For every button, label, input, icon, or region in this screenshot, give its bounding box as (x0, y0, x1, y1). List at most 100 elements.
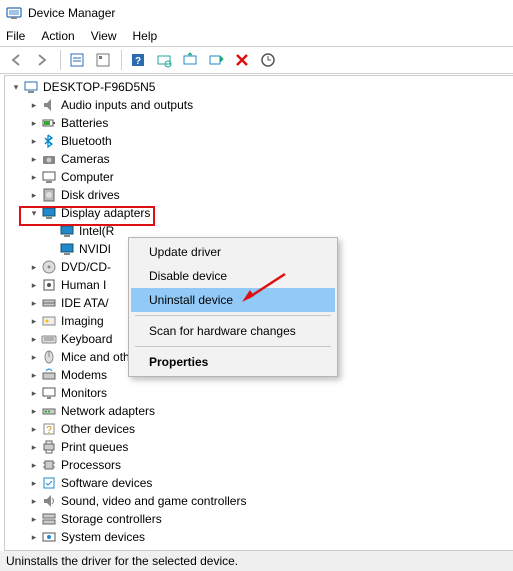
context-menu-item-4[interactable]: Scan for hardware changes (131, 319, 335, 343)
tree-item-label: Computer (61, 170, 114, 184)
tree-item-6[interactable]: ▾Display adapters (5, 204, 513, 222)
legacy-button[interactable] (256, 49, 280, 71)
tree-item-label: Disk drives (61, 188, 120, 202)
audio-icon (41, 97, 57, 113)
expand-arrow-icon[interactable]: ▸ (27, 404, 41, 418)
app-icon (6, 5, 22, 21)
forward-button[interactable] (30, 49, 54, 71)
network-icon (41, 403, 57, 419)
collapse-arrow-icon[interactable]: ▾ (9, 80, 23, 94)
tree-item-label: Imaging (61, 314, 104, 328)
expand-arrow-icon[interactable]: ▸ (27, 170, 41, 184)
menu-action[interactable]: Action (41, 29, 74, 43)
enable-button[interactable] (204, 49, 228, 71)
software-icon (41, 475, 57, 491)
tree-item-label: DESKTOP-F96D5N5 (43, 80, 155, 94)
context-menu[interactable]: Update driverDisable deviceUninstall dev… (128, 237, 338, 377)
other-icon: ? (41, 421, 57, 437)
update-button[interactable] (178, 49, 202, 71)
tree-item-label: Print queues (61, 440, 128, 454)
tree-item-label: Software devices (61, 476, 152, 490)
toolbar: ? (0, 46, 513, 74)
tree-item-2[interactable]: ▸Bluetooth (5, 132, 513, 150)
uninstall-button[interactable] (230, 49, 254, 71)
tree-item-20[interactable]: ▸Sound, video and game controllers (5, 492, 513, 510)
tree-item-5[interactable]: ▸ Disk drives (5, 186, 513, 204)
menubar: File Action View Help (0, 26, 513, 46)
tree-item-4[interactable]: ▸ Computer (5, 168, 513, 186)
expand-arrow-icon[interactable]: ▸ (27, 152, 41, 166)
sound-icon (41, 493, 57, 509)
keyboard-icon (41, 331, 57, 347)
tree-item-label: Modems (61, 368, 107, 382)
menu-view[interactable]: View (91, 29, 117, 43)
expand-arrow-icon[interactable]: ▸ (27, 440, 41, 454)
display-icon (59, 241, 75, 257)
collapse-arrow-icon[interactable]: ▾ (27, 206, 41, 220)
mouse-icon (41, 349, 57, 365)
tree-item-19[interactable]: ▸ Software devices (5, 474, 513, 492)
menu-help[interactable]: Help (133, 29, 158, 43)
disk-icon (41, 187, 57, 203)
svg-text:?: ? (46, 425, 52, 436)
tree-item-0[interactable]: ▸Audio inputs and outputs (5, 96, 513, 114)
tree-item-16[interactable]: ▸?Other devices (5, 420, 513, 438)
context-menu-item-2[interactable]: Uninstall device (131, 288, 335, 312)
battery-icon (41, 115, 57, 131)
titlebar: Device Manager (0, 0, 513, 26)
modem-icon (41, 367, 57, 383)
no-arrow (45, 242, 59, 256)
tree-item-22[interactable]: ▸ System devices (5, 528, 513, 546)
expand-arrow-icon[interactable]: ▸ (27, 422, 41, 436)
tree-item-1[interactable]: ▸ Batteries (5, 114, 513, 132)
expand-arrow-icon[interactable]: ▸ (27, 188, 41, 202)
no-arrow (45, 224, 59, 238)
menu-file[interactable]: File (6, 29, 25, 43)
window-title: Device Manager (28, 6, 115, 20)
expand-arrow-icon[interactable]: ▸ (27, 476, 41, 490)
expand-arrow-icon[interactable]: ▸ (27, 494, 41, 508)
expand-arrow-icon[interactable]: ▸ (27, 332, 41, 346)
expand-arrow-icon[interactable]: ▸ (27, 530, 41, 544)
expand-arrow-icon[interactable]: ▸ (27, 458, 41, 472)
context-menu-separator (135, 346, 331, 347)
display-icon (59, 223, 75, 239)
status-text: Uninstalls the driver for the selected d… (6, 554, 238, 568)
computer-root-icon (23, 79, 39, 95)
back-button[interactable] (4, 49, 28, 71)
tree-item-21[interactable]: ▸Storage controllers (5, 510, 513, 528)
expand-arrow-icon[interactable]: ▸ (27, 98, 41, 112)
properties-button[interactable] (91, 49, 115, 71)
tree-item-18[interactable]: ▸ Processors (5, 456, 513, 474)
tree-item-label: Intel(R (79, 224, 114, 238)
dvd-icon (41, 259, 57, 275)
tree-root[interactable]: ▾ DESKTOP-F96D5N5 (5, 78, 513, 96)
tree-item-17[interactable]: ▸ Print queues (5, 438, 513, 456)
tree-item-label: Processors (61, 458, 121, 472)
expand-arrow-icon[interactable]: ▸ (27, 116, 41, 130)
show-hidden-button[interactable] (65, 49, 89, 71)
context-menu-item-6[interactable]: Properties (131, 350, 335, 374)
tree-item-15[interactable]: ▸Network adapters (5, 402, 513, 420)
tree-item-label: System devices (61, 530, 145, 544)
expand-arrow-icon[interactable]: ▸ (27, 386, 41, 400)
expand-arrow-icon[interactable]: ▸ (27, 350, 41, 364)
expand-arrow-icon[interactable]: ▸ (27, 368, 41, 382)
tree-item-14[interactable]: ▸Monitors (5, 384, 513, 402)
expand-arrow-icon[interactable]: ▸ (27, 278, 41, 292)
status-bar: Uninstalls the driver for the selected d… (0, 551, 513, 571)
expand-arrow-icon[interactable]: ▸ (27, 260, 41, 274)
tree-item-3[interactable]: ▸Cameras (5, 150, 513, 168)
expand-arrow-icon[interactable]: ▸ (27, 314, 41, 328)
help-button[interactable]: ? (126, 49, 150, 71)
ide-icon (41, 295, 57, 311)
expand-arrow-icon[interactable]: ▸ (27, 134, 41, 148)
context-menu-item-1[interactable]: Disable device (131, 264, 335, 288)
expand-arrow-icon[interactable]: ▸ (27, 512, 41, 526)
tree-item-label: Batteries (61, 116, 108, 130)
tree-item-label: NVIDI (79, 242, 111, 256)
context-menu-item-0[interactable]: Update driver (131, 240, 335, 264)
scan-button[interactable] (152, 49, 176, 71)
camera-icon (41, 151, 57, 167)
expand-arrow-icon[interactable]: ▸ (27, 296, 41, 310)
